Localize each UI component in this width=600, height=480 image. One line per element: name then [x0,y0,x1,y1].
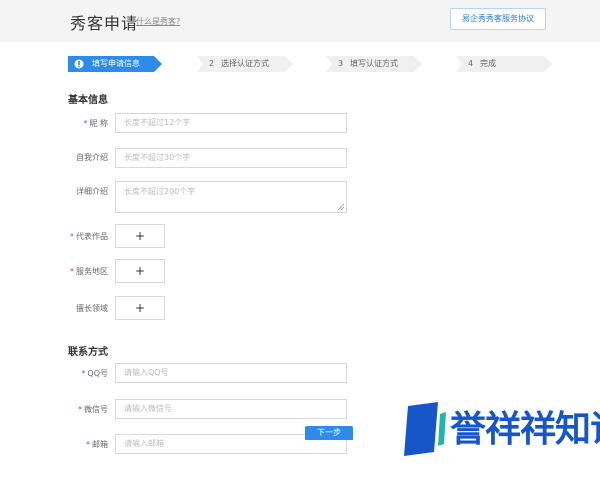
service-area-label: * 服务地区 [70,267,108,276]
info-icon [74,59,84,69]
contact-heading: 联系方式 [68,347,108,358]
service-agreement-button[interactable]: 易企秀秀客服务协议 [450,8,546,30]
what-is-xiuke-link[interactable]: 什么是秀客? [136,16,180,27]
required-asterisk: * [83,119,88,128]
wechat-input[interactable]: 请输入微信号 [115,399,347,419]
required-asterisk: * [81,369,86,378]
next-step-button[interactable]: 下一步 [305,426,353,440]
self-intro-input[interactable]: 长度不超过30个字 [115,148,347,168]
detail-intro-label: 详细介绍 [76,187,108,196]
step-2-label: 选择认证方式 [221,59,269,68]
nickname-label: * 昵 称 [83,119,108,128]
required-asterisk: * [86,440,90,449]
required-asterisk: * [70,267,74,276]
step-3-number: 3 [338,59,344,68]
qq-input[interactable]: 请输入QQ号 [115,363,347,383]
page-title: 秀客申请 [70,14,139,33]
resize-handle-icon[interactable] [338,204,344,210]
expertise-label: 擅长领域 [76,304,108,313]
watermark-emblem-icon [404,402,446,456]
step-2-number: 2 [209,59,215,68]
self-intro-label: 自我介绍 [76,153,108,162]
works-label: * 代表作品 [70,232,108,241]
step-3: 3 填写认证方式 [326,56,422,72]
step-4-number: 4 [468,59,474,68]
step-2: 2 选择认证方式 [197,56,293,72]
watermark-text: 誉祥祥知识 [450,409,600,450]
step-1-label: 填写申请信息 [92,59,140,68]
add-expertise-button[interactable]: + [115,296,165,320]
watermark-logo: 誉祥祥知识 [404,402,600,456]
required-asterisk: * [78,405,82,414]
step-3-label: 填写认证方式 [350,59,398,68]
email-label: * 邮箱 [86,440,108,449]
add-works-button[interactable]: + [115,224,165,248]
wechat-label: * 微信号 [78,405,108,414]
step-1: 填写申请信息 [68,56,162,72]
add-service-area-button[interactable]: + [115,259,165,283]
progress-steps: 填写申请信息 2 选择认证方式 3 填写认证方式 4 完成 [68,56,552,72]
nickname-input[interactable]: 长度不超过12个字 [115,113,347,133]
qq-label: * QQ号 [81,369,108,378]
step-4-label: 完成 [480,59,496,68]
basic-info-heading: 基本信息 [68,95,108,106]
detail-intro-textarea[interactable]: 长度不超过200个字 [115,181,347,213]
required-asterisk: * [70,232,74,241]
step-4: 4 完成 [456,56,552,72]
header-bar: 秀客申请 什么是秀客? 易企秀秀客服务协议 [0,0,600,42]
detail-intro-placeholder: 长度不超过200个字 [124,187,196,196]
